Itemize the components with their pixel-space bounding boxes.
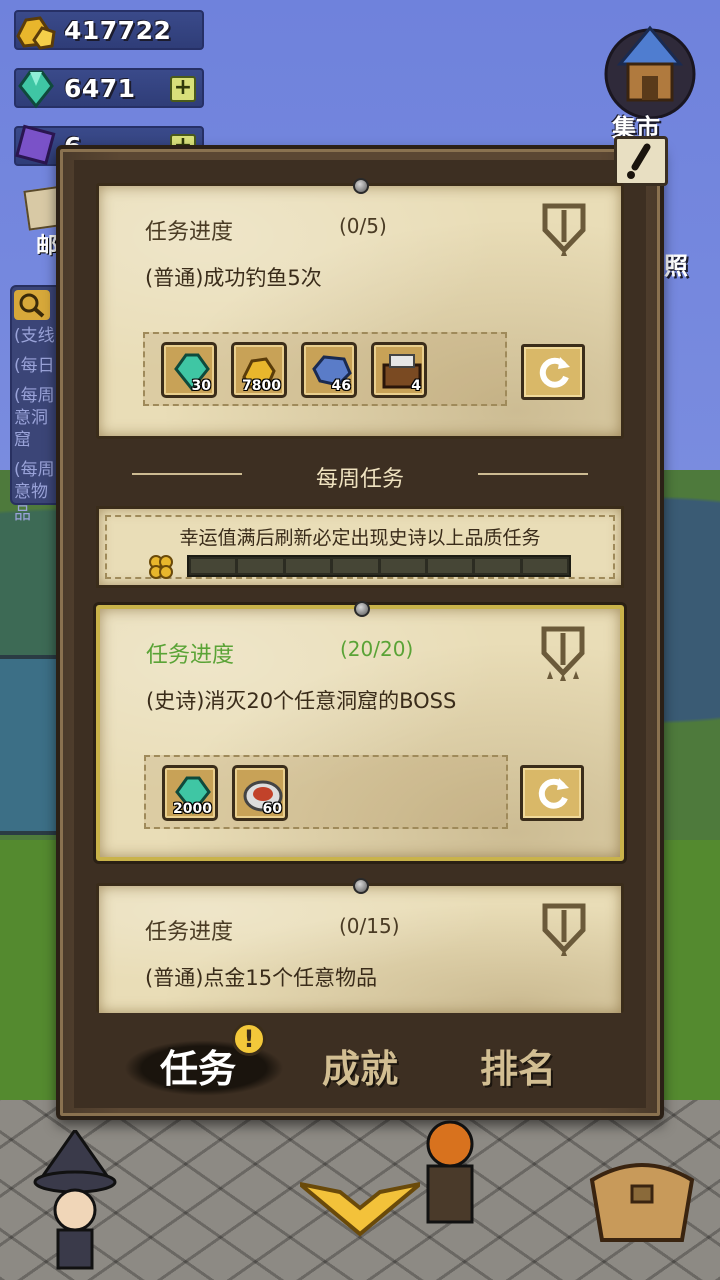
reward-qty: 2000 bbox=[173, 801, 212, 817]
quest-card[interactable]: 任务进度 (0/15) (普通)点金15个任意物品 bbox=[96, 878, 624, 1013]
pin-icon bbox=[354, 601, 370, 617]
reward-qty: 7800 bbox=[242, 378, 281, 394]
section-title: 每周任务 bbox=[315, 467, 404, 492]
reward-box: 2000 60 bbox=[144, 755, 508, 829]
refresh-quest-button[interactable] bbox=[521, 344, 585, 400]
reward-item[interactable]: 46 bbox=[301, 342, 357, 398]
photo-label: 照 bbox=[664, 252, 688, 280]
progress-value: (0/5) bbox=[339, 214, 387, 238]
luck-progress-bar bbox=[187, 555, 571, 577]
gold-value: 417722 bbox=[64, 15, 172, 45]
luck-segment bbox=[427, 559, 473, 573]
crest-icon bbox=[542, 203, 586, 256]
reward-qty: 30 bbox=[191, 378, 211, 394]
reward-item[interactable]: 30 bbox=[161, 342, 217, 398]
reward-qty: 46 bbox=[331, 378, 351, 394]
quest-description: (普通)成功钓鱼5次 bbox=[145, 266, 322, 290]
luck-text: 幸运值满后刷新必定出现史诗以上品质任务 bbox=[179, 527, 541, 549]
luck-segment bbox=[333, 559, 378, 573]
reward-qty: 60 bbox=[262, 801, 282, 817]
progress-label: 任务进度 bbox=[146, 643, 235, 668]
guild-banner bbox=[0, 655, 60, 835]
divider bbox=[478, 473, 588, 475]
quest-description: (史诗)消灭20个任意洞窟的BOSS bbox=[146, 689, 457, 713]
refresh-quest-button[interactable] bbox=[520, 765, 584, 821]
tab-achievements[interactable]: 成就 bbox=[322, 1038, 398, 1093]
tab-bar: 任务 成就 排名 bbox=[74, 1020, 646, 1108]
green-gem-icon bbox=[18, 70, 54, 109]
info-button[interactable] bbox=[614, 136, 668, 186]
market-building-icon[interactable] bbox=[598, 14, 702, 118]
gold-counter: 417722 bbox=[14, 10, 204, 50]
pin-icon bbox=[353, 878, 369, 894]
mail-label: 邮 bbox=[36, 234, 59, 259]
pin-icon bbox=[353, 178, 369, 194]
refresh-icon bbox=[539, 357, 570, 388]
weekly-section-header: 每周任务 bbox=[96, 455, 624, 495]
chevron-down-icon[interactable] bbox=[300, 1178, 420, 1238]
pumpkin-knight-character bbox=[426, 1120, 474, 1224]
progress-label: 任务进度 bbox=[145, 220, 234, 245]
luck-segment bbox=[475, 559, 520, 573]
gem-value: 6471 bbox=[64, 73, 136, 103]
add-gems-button[interactable]: + bbox=[170, 76, 196, 102]
gold-ore-icon bbox=[16, 16, 56, 50]
reward-item[interactable]: 2000 bbox=[162, 765, 218, 821]
reward-item[interactable]: 7800 bbox=[231, 342, 287, 398]
reward-item[interactable]: 60 bbox=[232, 765, 288, 821]
search-icon[interactable] bbox=[14, 290, 50, 320]
luck-segment bbox=[285, 559, 331, 573]
quest-card[interactable]: 任务进度 (20/20) (史诗)消灭20个任意洞窟的BOSS 2000 60 bbox=[96, 601, 624, 861]
gem-counter: 6471 + bbox=[14, 68, 204, 109]
clover-icon bbox=[149, 555, 173, 579]
tab-ranking[interactable]: 排名 bbox=[480, 1038, 556, 1093]
luck-segment bbox=[522, 559, 567, 573]
inventory-bag-icon[interactable] bbox=[582, 1140, 702, 1250]
exclamation-icon bbox=[627, 143, 651, 179]
reward-box: 30 7800 46 4 bbox=[143, 332, 507, 406]
luck-card: 幸运值满后刷新必定出现史诗以上品质任务 bbox=[96, 506, 624, 588]
purple-scroll-icon bbox=[15, 124, 56, 165]
luck-segment bbox=[191, 559, 236, 573]
crest-icon bbox=[542, 903, 586, 956]
reward-qty: 4 bbox=[411, 378, 421, 394]
reward-item[interactable]: 4 bbox=[371, 342, 427, 398]
progress-label: 任务进度 bbox=[145, 920, 234, 945]
wizard-character bbox=[33, 1130, 117, 1270]
alert-badge-icon: ! bbox=[232, 1022, 266, 1056]
refresh-icon bbox=[538, 778, 569, 809]
progress-value: (20/20) bbox=[340, 637, 414, 661]
epic-crest-icon bbox=[541, 626, 585, 681]
luck-segment bbox=[380, 559, 425, 573]
tab-quests[interactable]: 任务 bbox=[160, 1038, 236, 1093]
quest-description: (普通)点金15个任意物品 bbox=[145, 966, 378, 990]
luck-segment bbox=[238, 559, 283, 573]
progress-value: (0/15) bbox=[339, 914, 400, 938]
quest-card[interactable]: 任务进度 (0/5) (普通)成功钓鱼5次 30 7800 46 4 bbox=[96, 178, 624, 439]
